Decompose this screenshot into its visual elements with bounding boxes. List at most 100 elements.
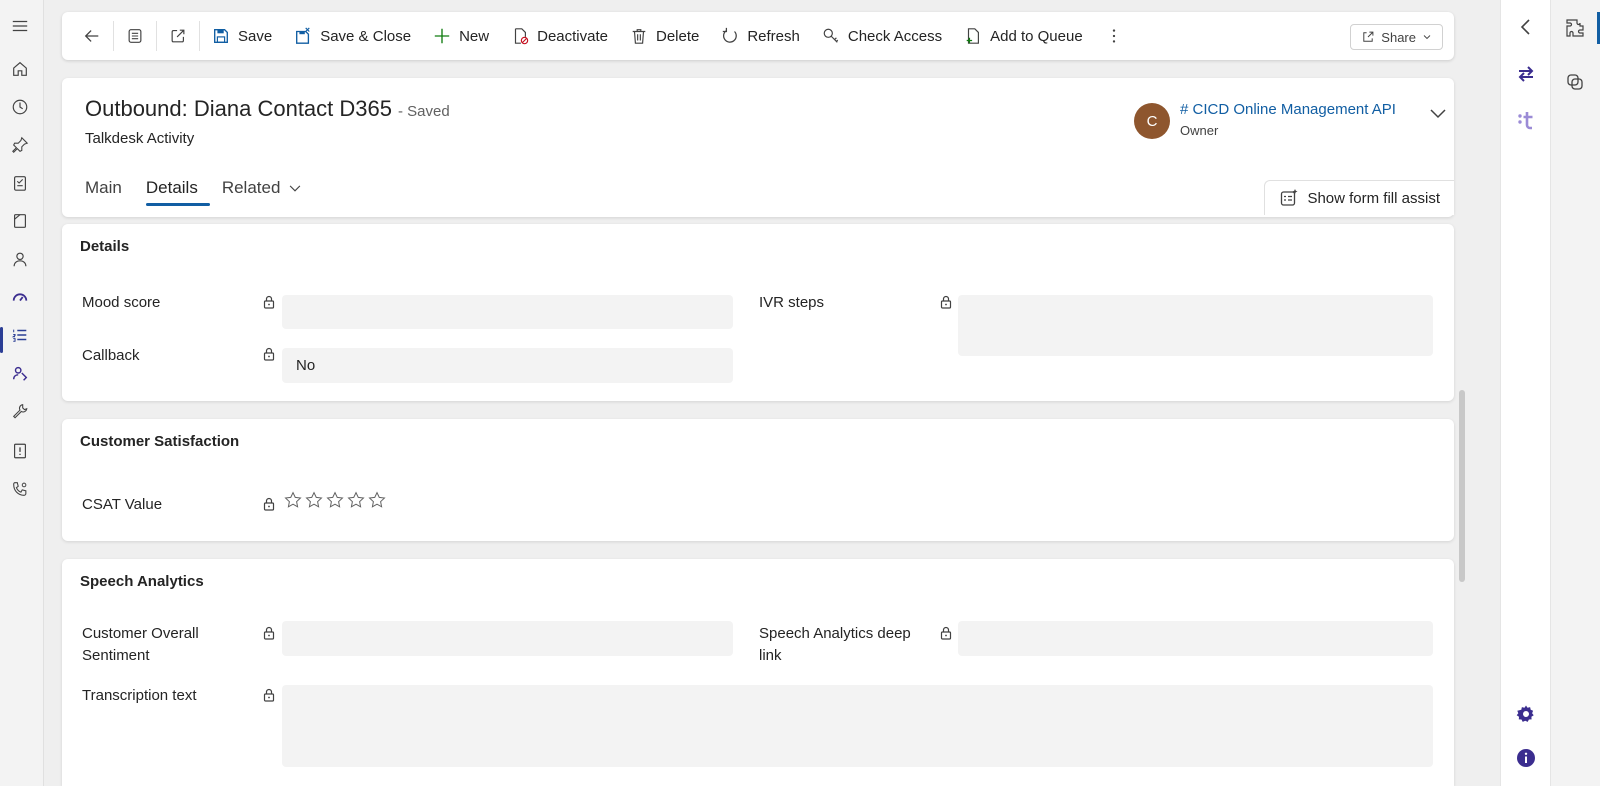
check-access-label: Check Access [847, 27, 943, 45]
star-icon[interactable] [305, 491, 323, 509]
side-pane [1500, 0, 1550, 786]
owner-role-label: Owner [1180, 123, 1219, 138]
share-button[interactable]: Share [1350, 24, 1443, 50]
recent-icon[interactable] [9, 96, 31, 118]
hamburger-icon[interactable] [9, 15, 31, 37]
header-expand-chevron-icon[interactable] [1428, 103, 1448, 123]
lock-icon [263, 347, 275, 361]
deactivate-button[interactable]: Deactivate [500, 18, 619, 54]
talkdesk-logo-icon[interactable] [1514, 108, 1538, 132]
puzzle-icon[interactable] [1563, 16, 1587, 40]
callback-field[interactable]: No [282, 348, 733, 383]
tab-details[interactable]: Details [145, 170, 210, 206]
star-icon[interactable] [368, 491, 386, 509]
refresh-button[interactable]: Refresh [710, 18, 811, 54]
save-button[interactable]: Save [201, 18, 283, 54]
record-header: Outbound: Diana Contact D365 - Saved Talk… [62, 78, 1454, 217]
person-icon[interactable] [9, 248, 31, 270]
separator [199, 21, 200, 51]
open-new-window-button[interactable] [158, 18, 198, 54]
refresh-icon [723, 27, 738, 43]
delete-button[interactable]: Delete [619, 18, 710, 54]
save-close-label: Save & Close [320, 27, 412, 45]
ivr-steps-field[interactable] [958, 295, 1433, 356]
customer-sentiment-label-line2: Sentiment [82, 647, 150, 664]
save-icon [214, 29, 228, 43]
speech-deep-link-field[interactable] [958, 621, 1433, 656]
more-vertical-icon [1112, 29, 1115, 43]
command-bar: Save Save & Close New Deactivate Delete … [62, 12, 1454, 60]
phone-settings-icon[interactable] [9, 478, 31, 500]
form-fill-assist-button[interactable]: Show form fill assist [1264, 180, 1454, 215]
customer-satisfaction-section: Customer Satisfaction CSAT Value [62, 419, 1454, 541]
save-status: - Saved [397, 103, 450, 120]
customer-sentiment-label: Customer Overall Sentiment [82, 623, 199, 667]
people-icon[interactable] [9, 362, 31, 384]
clipboard-icon[interactable] [9, 172, 31, 194]
form-assist-label: Show form fill assist [1307, 189, 1440, 207]
tab-details-label: Details [145, 178, 198, 197]
share-label: Share [1381, 29, 1416, 45]
callback-label: Callback [82, 347, 140, 364]
wrench-icon[interactable] [9, 400, 31, 422]
back-button[interactable] [72, 18, 112, 54]
speech-deep-link-label-line2: link [759, 647, 782, 664]
main-area: Save Save & Close New Deactivate Delete … [44, 0, 1500, 786]
swap-arrows-icon[interactable] [1514, 62, 1538, 86]
owner-link[interactable]: # CICD Online Management API [1180, 101, 1396, 118]
list-icon[interactable] [9, 324, 31, 346]
section-title: Details [80, 238, 130, 255]
customer-sentiment-label-line1: Customer Overall [82, 625, 199, 642]
lock-icon [263, 626, 275, 640]
new-button[interactable]: New [422, 18, 500, 54]
plus-icon [434, 28, 450, 44]
form-assist-icon [1281, 189, 1298, 206]
lock-icon [940, 626, 952, 640]
save-label: Save [238, 27, 273, 45]
save-close-icon [296, 27, 310, 44]
chevron-down-icon [1423, 35, 1431, 40]
lock-icon [263, 295, 275, 309]
dashboard-icon[interactable] [9, 286, 31, 308]
tab-related[interactable]: Related [222, 170, 315, 206]
section-title: Speech Analytics [80, 573, 204, 590]
tab-related-label: Related [221, 178, 281, 197]
deactivate-icon [515, 28, 529, 45]
app-side-rail [1550, 0, 1600, 786]
customer-sentiment-field[interactable] [282, 621, 733, 656]
notebook-icon[interactable] [9, 440, 31, 462]
chevron-down-icon [290, 185, 301, 192]
trash-icon [632, 29, 646, 44]
add-to-queue-button[interactable]: Add to Queue [953, 18, 1094, 54]
tab-list: Main Details Related [85, 170, 326, 206]
transcription-field[interactable] [282, 685, 1433, 767]
star-icon[interactable] [326, 491, 344, 509]
book-icon[interactable] [9, 210, 31, 232]
active-indicator [0, 327, 3, 353]
pin-icon[interactable] [9, 134, 31, 156]
details-section: Details Mood score Callback No IVR steps [62, 224, 1454, 401]
copilot-icon[interactable] [1563, 70, 1587, 94]
check-access-button[interactable]: Check Access [811, 18, 953, 54]
speech-analytics-section: Speech Analytics Customer Overall Sentim… [62, 559, 1454, 786]
collapse-pane-icon[interactable] [1514, 15, 1538, 39]
save-close-button[interactable]: Save & Close [283, 18, 422, 54]
csat-rating[interactable] [284, 491, 386, 509]
add-to-queue-label: Add to Queue [990, 27, 1083, 45]
settings-gear-icon[interactable] [1514, 702, 1538, 726]
info-icon[interactable] [1514, 746, 1538, 770]
section-title: Customer Satisfaction [80, 433, 240, 450]
owner-avatar: C [1134, 103, 1170, 139]
separator [113, 21, 114, 51]
speech-deep-link-label: Speech Analytics deep link [759, 623, 911, 667]
form-view-button[interactable] [115, 18, 155, 54]
tab-main-label: Main [85, 178, 122, 197]
form-scrollbar[interactable] [1459, 390, 1465, 582]
new-label: New [459, 27, 490, 45]
tab-main[interactable]: Main [85, 170, 134, 206]
mood-score-field[interactable] [282, 295, 733, 329]
star-icon[interactable] [347, 491, 365, 509]
home-icon[interactable] [9, 58, 31, 80]
more-commands-button[interactable] [1094, 18, 1134, 54]
star-icon[interactable] [284, 491, 302, 509]
